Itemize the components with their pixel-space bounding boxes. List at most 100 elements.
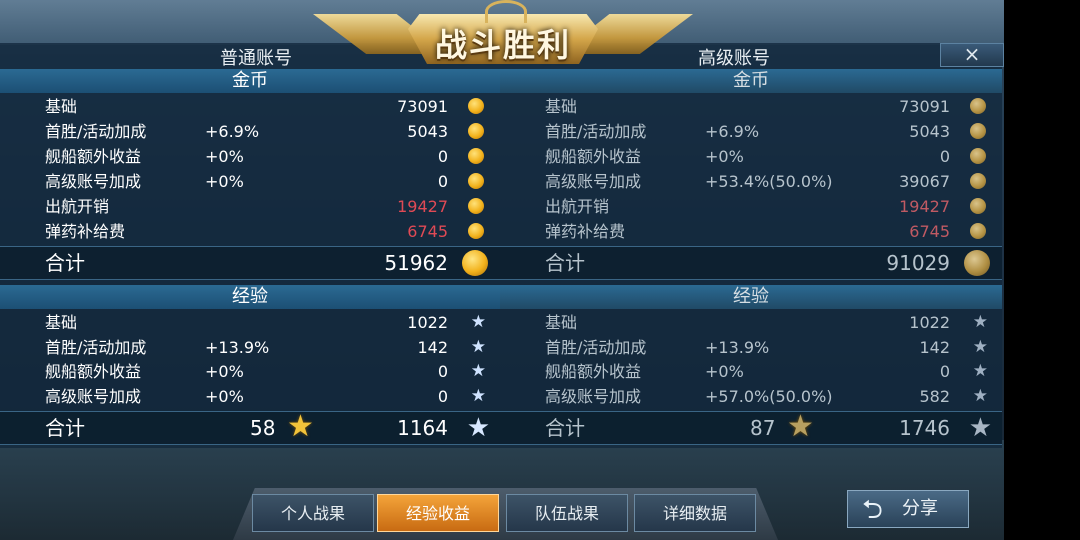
- gold-row-sortie-cost: 出航开销 19427: [500, 194, 1002, 219]
- total-label: 合计: [45, 416, 85, 440]
- tab-exp-income[interactable]: 经验收益: [377, 494, 499, 532]
- total-label: 合计: [545, 416, 585, 440]
- gold-total-row: 合计 91029: [500, 246, 1002, 280]
- exp-row-first-win: 首胜/活动加成 +13.9% 142 ★: [0, 335, 500, 360]
- gold-coin-icon: [964, 250, 990, 276]
- gold-row-first-win: 首胜/活动加成 +6.9% 5043: [0, 119, 500, 144]
- row-label: 基础: [545, 97, 578, 116]
- share-button[interactable]: ⮌ 分享: [847, 490, 969, 528]
- row-label: 高级账号加成: [45, 387, 142, 406]
- row-percent: +0%: [705, 362, 744, 381]
- row-percent: +0%: [205, 387, 244, 406]
- row-percent: +0%: [205, 362, 244, 381]
- gold-coin-icon: [462, 250, 488, 276]
- row-value: 6745: [909, 222, 950, 241]
- star-icon: ★: [466, 413, 490, 443]
- row-percent: +13.9%: [205, 338, 270, 357]
- gold-coin-icon: [468, 173, 484, 189]
- close-button[interactable]: ×: [940, 43, 1004, 67]
- star-icon: ★: [972, 386, 988, 406]
- gold-coin-icon: [970, 223, 986, 239]
- gold-row-ammo-cost: 弹药补给费 6745: [500, 219, 1002, 244]
- row-value: 0: [437, 172, 448, 191]
- normal-account-title: 普通账号: [220, 48, 292, 69]
- row-value: 1022: [909, 313, 950, 332]
- captain-level: 58: [250, 416, 276, 440]
- row-value: 39067: [899, 172, 950, 191]
- star-icon: ★: [972, 312, 988, 332]
- victory-title: 战斗胜利: [434, 26, 571, 64]
- row-value: 73091: [397, 97, 448, 116]
- row-value: 19427: [899, 197, 950, 216]
- row-label: 舰船额外收益: [545, 362, 642, 381]
- row-value: 142: [919, 338, 950, 357]
- row-percent: +13.9%: [705, 338, 770, 357]
- captain-level: 87: [750, 416, 776, 440]
- normal-account-panel: 金币 基础 73091 首胜/活动加成 +6.9% 5043 舰船额外收益 +0…: [0, 43, 500, 448]
- row-value: 73091: [899, 97, 950, 116]
- tab-personal-results[interactable]: 个人战果: [252, 494, 374, 532]
- gold-coin-icon: [468, 223, 484, 239]
- back-arrow-icon: ⮌: [862, 495, 883, 525]
- row-label: 高级账号加成: [545, 387, 642, 406]
- star-icon: ★: [972, 361, 988, 381]
- row-percent: +6.9%: [705, 122, 760, 141]
- star-icon: ★: [470, 361, 486, 381]
- gold-coin-icon: [468, 198, 484, 214]
- gold-row-ammo-cost: 弹药补给费 6745: [0, 219, 500, 244]
- gold-row-premium-bonus: 高级账号加成 +0% 0: [0, 169, 500, 194]
- total-value: 91029: [886, 251, 950, 275]
- star-icon: ★: [470, 337, 486, 357]
- row-label: 出航开销: [545, 197, 610, 216]
- row-label: 基础: [45, 97, 78, 116]
- row-percent: +0%: [205, 147, 244, 166]
- row-value: 6745: [407, 222, 448, 241]
- total-value: 1164: [397, 416, 448, 440]
- gold-coin-icon: [468, 148, 484, 164]
- exp-row-premium-bonus: 高级账号加成 +57.0%(50.0%) 582 ★: [500, 384, 1002, 409]
- total-label: 合计: [45, 251, 85, 275]
- gold-coin-icon: [970, 173, 986, 189]
- gold-row-base: 基础 73091: [500, 94, 1002, 119]
- exp-row-ship-bonus: 舰船额外收益 +0% 0 ★: [0, 359, 500, 384]
- row-label: 首胜/活动加成: [45, 338, 147, 357]
- row-label: 舰船额外收益: [45, 362, 142, 381]
- tab-team-results[interactable]: 队伍战果: [506, 494, 628, 532]
- row-value: 1022: [407, 313, 448, 332]
- row-value: 5043: [909, 122, 950, 141]
- gold-star-icon: ★: [287, 409, 314, 444]
- row-percent: +0%: [205, 172, 244, 191]
- row-value: 5043: [407, 122, 448, 141]
- gold-coin-icon: [468, 98, 484, 114]
- row-label: 高级账号加成: [545, 172, 642, 191]
- total-value: 51962: [384, 251, 448, 275]
- premium-account-panel: 金币 基础 73091 首胜/活动加成 +6.9% 5043 舰船额外收益 +0…: [500, 43, 1002, 448]
- exp-total-row: 合计 58 ★ 1164 ★: [0, 411, 500, 445]
- gold-row-ship-bonus: 舰船额外收益 +0% 0: [500, 144, 1002, 169]
- gold-coin-icon: [970, 123, 986, 139]
- row-percent: +0%: [705, 147, 744, 166]
- tab-detailed-data[interactable]: 详细数据: [634, 494, 756, 532]
- row-value: 0: [437, 387, 448, 406]
- exp-row-first-win: 首胜/活动加成 +13.9% 142 ★: [500, 335, 1002, 360]
- gold-row-first-win: 首胜/活动加成 +6.9% 5043: [500, 119, 1002, 144]
- star-icon: ★: [470, 386, 486, 406]
- row-label: 首胜/活动加成: [545, 122, 647, 141]
- star-icon: ★: [470, 312, 486, 332]
- gold-coin-icon: [970, 198, 986, 214]
- row-percent: +6.9%: [205, 122, 260, 141]
- row-label: 弹药补给费: [545, 222, 626, 241]
- exp-section-header: 经验: [500, 285, 1002, 309]
- row-percent: +57.0%(50.0%): [705, 387, 833, 406]
- row-percent: +53.4%(50.0%): [705, 172, 833, 191]
- row-label: 舰船额外收益: [45, 147, 142, 166]
- gold-star-icon: ★: [787, 409, 814, 444]
- share-label: 分享: [902, 498, 938, 519]
- row-label: 高级账号加成: [45, 172, 142, 191]
- row-value: 0: [437, 362, 448, 381]
- premium-account-title: 高级账号: [698, 48, 770, 69]
- row-label: 首胜/活动加成: [545, 338, 647, 357]
- row-label: 舰船额外收益: [545, 147, 642, 166]
- row-value: 0: [437, 147, 448, 166]
- gold-row-sortie-cost: 出航开销 19427: [0, 194, 500, 219]
